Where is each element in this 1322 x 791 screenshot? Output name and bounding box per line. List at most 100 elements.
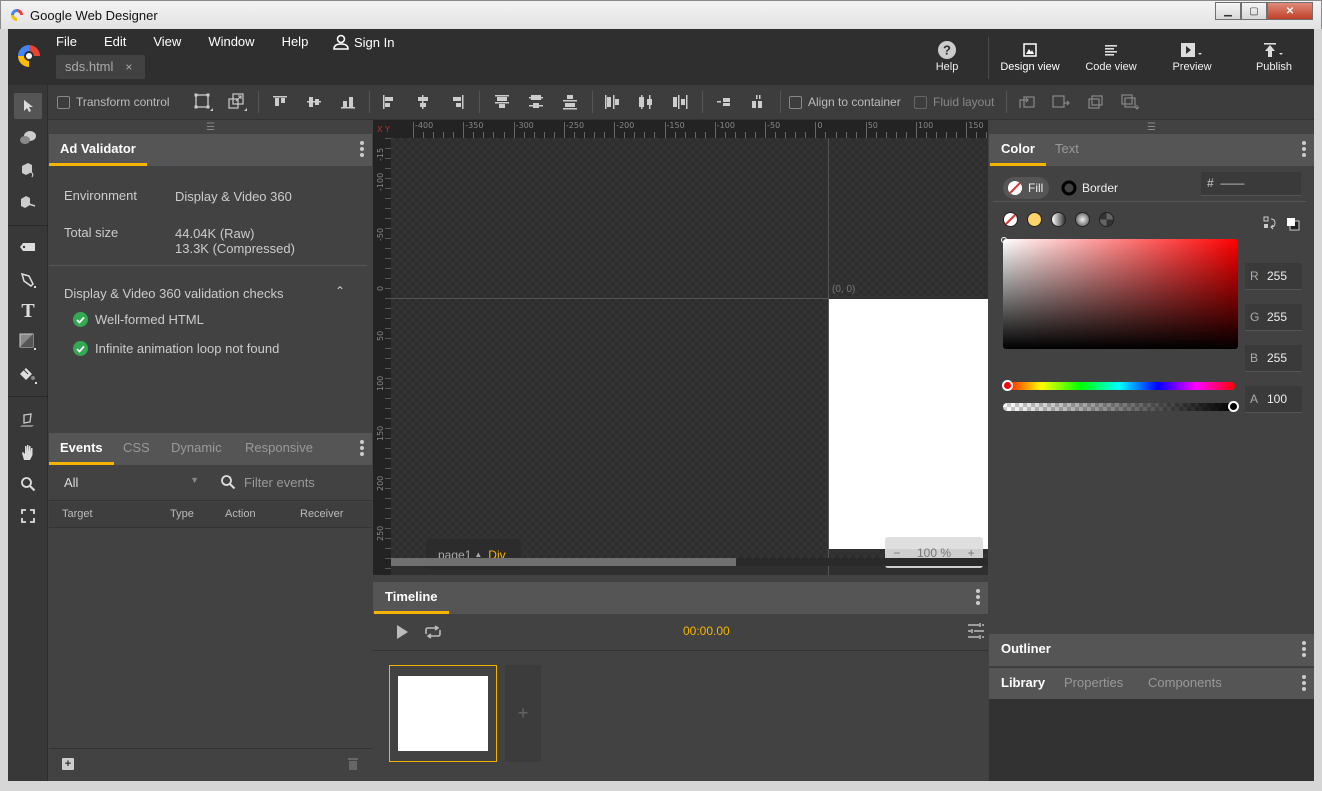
more-options-icon[interactable] [1302, 675, 1306, 691]
align-right-button[interactable] [450, 94, 464, 110]
trash-icon[interactable] [347, 757, 359, 771]
red-input[interactable]: R 255 [1245, 263, 1302, 290]
transform-control-checkbox[interactable]: Transform control [57, 94, 170, 110]
tab-responsive[interactable]: Responsive [245, 433, 313, 465]
close-window-button[interactable]: ✕ [1267, 2, 1313, 20]
3d-object-tool[interactable] [14, 189, 42, 215]
tag-tool[interactable] [14, 234, 42, 260]
swap-colors-icon[interactable] [1263, 216, 1277, 230]
tab-css[interactable]: CSS [123, 433, 150, 465]
tab-events[interactable]: Events [49, 433, 114, 465]
fullscreen-tool[interactable] [14, 503, 42, 529]
hue-slider-handle[interactable] [1002, 380, 1013, 391]
minimize-button[interactable]: ▁ [1215, 2, 1241, 20]
align-middle-button[interactable] [306, 94, 322, 110]
more-options-icon[interactable] [976, 589, 980, 605]
tab-components[interactable]: Components [1148, 668, 1222, 700]
event-type-select[interactable]: All ▼ [64, 475, 199, 490]
loop-icon[interactable] [423, 625, 443, 639]
close-tab-icon[interactable]: × [125, 60, 132, 74]
hex-input[interactable]: # —— [1201, 172, 1301, 196]
picker-handle[interactable] [1001, 237, 1007, 243]
page-canvas[interactable] [829, 299, 988, 549]
settings-sliders-icon[interactable] [967, 622, 985, 640]
menu-edit[interactable]: Edit [104, 34, 126, 49]
horizontal-scrollbar-thumb[interactable] [391, 558, 736, 566]
menu-help[interactable]: Help [282, 34, 309, 49]
alpha-slider[interactable] [1003, 401, 1239, 412]
hue-slider[interactable] [1002, 380, 1235, 391]
align-bottom-button[interactable] [340, 94, 356, 110]
document-tab[interactable]: sds.html × [56, 55, 145, 79]
distribute-middle-button[interactable] [528, 94, 544, 110]
distribute-top-button[interactable] [494, 94, 510, 110]
publish-button[interactable]: Publish [1252, 39, 1296, 73]
tab-ad-validator[interactable]: Ad Validator [49, 134, 147, 166]
fill-tool[interactable] [14, 362, 42, 388]
code-view-button[interactable]: Code view [1082, 39, 1140, 73]
fill-toggle[interactable]: Fill [1003, 177, 1049, 199]
pen-tool[interactable] [14, 267, 42, 293]
shape-tool[interactable] [14, 329, 42, 355]
distribute-right-button[interactable] [672, 94, 688, 110]
design-view-button[interactable]: Design view [998, 39, 1062, 73]
blue-input[interactable]: B 255 [1245, 345, 1302, 372]
selection-tool[interactable] [14, 93, 42, 119]
panel-resize-grip[interactable]: ☰ [989, 120, 1314, 134]
3d-stage-tool[interactable] [14, 407, 42, 433]
group-button[interactable] [1086, 94, 1104, 110]
wrap-button[interactable] [1018, 94, 1036, 110]
tab-text[interactable]: Text [1055, 134, 1079, 166]
more-options-icon[interactable] [1302, 641, 1306, 657]
tab-properties[interactable]: Properties [1064, 668, 1123, 700]
preview-button[interactable]: Preview [1168, 39, 1216, 73]
more-options-icon[interactable] [360, 440, 364, 456]
scale-mode-button[interactable] [228, 93, 248, 111]
column-type[interactable]: Type [170, 508, 194, 520]
stage-area[interactable]: (0, 0) page1 ▲ Div − 100 % + [391, 138, 988, 575]
panel-resize-grip[interactable]: ☰ [49, 120, 372, 134]
text-tool[interactable]: T [14, 298, 42, 324]
tab-library[interactable]: Library [1001, 668, 1045, 700]
maximize-button[interactable]: ▢ [1241, 2, 1267, 20]
design-canvas[interactable]: X Y -400 -350 -300 -250 -200 -150 -100 -50 0 50 10… [373, 120, 988, 575]
3d-translation-tool[interactable] [14, 157, 42, 183]
align-left-button[interactable] [382, 94, 396, 110]
page-thumbnail[interactable] [389, 665, 497, 762]
tab-color[interactable]: Color [990, 134, 1046, 166]
outliner-title[interactable]: Outliner [1001, 634, 1051, 666]
hand-tool[interactable] [14, 439, 42, 465]
alpha-input[interactable]: A 100 [1245, 386, 1302, 413]
zoom-tool[interactable] [14, 471, 42, 497]
saturation-value-picker[interactable] [1001, 237, 1238, 349]
align-to-container-checkbox[interactable]: Align to container [789, 94, 901, 110]
more-options-icon[interactable] [1302, 141, 1306, 157]
linear-gradient-swatch[interactable] [1051, 212, 1066, 227]
align-center-button[interactable] [416, 94, 430, 110]
collapse-chevron-icon[interactable]: ⌃ [335, 284, 345, 298]
distribute-center-button[interactable] [638, 94, 654, 110]
add-page-button[interactable]: + [505, 665, 541, 762]
alpha-slider-handle[interactable] [1228, 401, 1239, 412]
solid-color-swatch[interactable] [1027, 212, 1042, 227]
column-target[interactable]: Target [62, 508, 93, 520]
radial-gradient-swatch[interactable] [1075, 212, 1090, 227]
filter-events-input[interactable]: Filter events [244, 475, 315, 490]
column-receiver[interactable]: Receiver [300, 508, 343, 520]
column-action[interactable]: Action [225, 508, 256, 520]
space-vertical-button[interactable] [750, 94, 764, 110]
sign-in-button[interactable]: Sign In [332, 33, 394, 51]
more-options-icon[interactable] [360, 141, 364, 157]
pattern-swatch[interactable] [1099, 212, 1114, 227]
menu-file[interactable]: File [56, 34, 77, 49]
3d-rotation-tool[interactable] [14, 125, 42, 151]
tab-dynamic[interactable]: Dynamic [171, 433, 222, 465]
distribute-left-button[interactable] [604, 94, 620, 110]
help-button[interactable]: ? Help [925, 39, 969, 73]
default-colors-icon[interactable] [1286, 217, 1300, 231]
no-color-swatch[interactable] [1003, 212, 1018, 227]
outliner-header[interactable]: Outliner [989, 634, 1314, 666]
menu-window[interactable]: Window [208, 34, 254, 49]
border-toggle[interactable]: Border [1061, 177, 1131, 199]
play-icon[interactable] [395, 624, 409, 640]
